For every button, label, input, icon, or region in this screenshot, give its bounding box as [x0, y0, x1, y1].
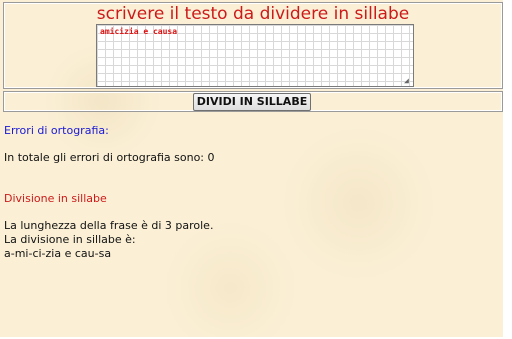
spelling-errors-total: In totale gli errori di ortografia sono:… [4, 151, 215, 164]
spelling-errors-title: Errori di ortografia: [4, 124, 109, 137]
text-input-area[interactable]: amicizia e causa ◢ [96, 24, 414, 87]
syllable-division-result: a-mi-ci-zia e cau-sa [4, 247, 112, 260]
sentence-length-text: La lunghezza della frase è di 3 parole. [4, 219, 214, 232]
button-cell: DIVIDI IN SILLABE [3, 91, 503, 112]
syllable-form: scrivere il testo da dividere in sillabe… [3, 2, 503, 112]
resize-grip-icon[interactable]: ◢ [404, 77, 412, 85]
input-cell: scrivere il testo da dividere in sillabe… [3, 2, 503, 89]
page-edge-right [503, 0, 512, 339]
form-heading: scrivere il testo da dividere in sillabe [96, 4, 410, 24]
syllable-division-label: La divisione in sillabe è: [4, 233, 136, 246]
text-input-value: amicizia e causa [100, 27, 178, 36]
syllable-division-title: Divisione in sillabe [4, 192, 107, 205]
divide-syllables-button[interactable]: DIVIDI IN SILLABE [193, 93, 311, 111]
